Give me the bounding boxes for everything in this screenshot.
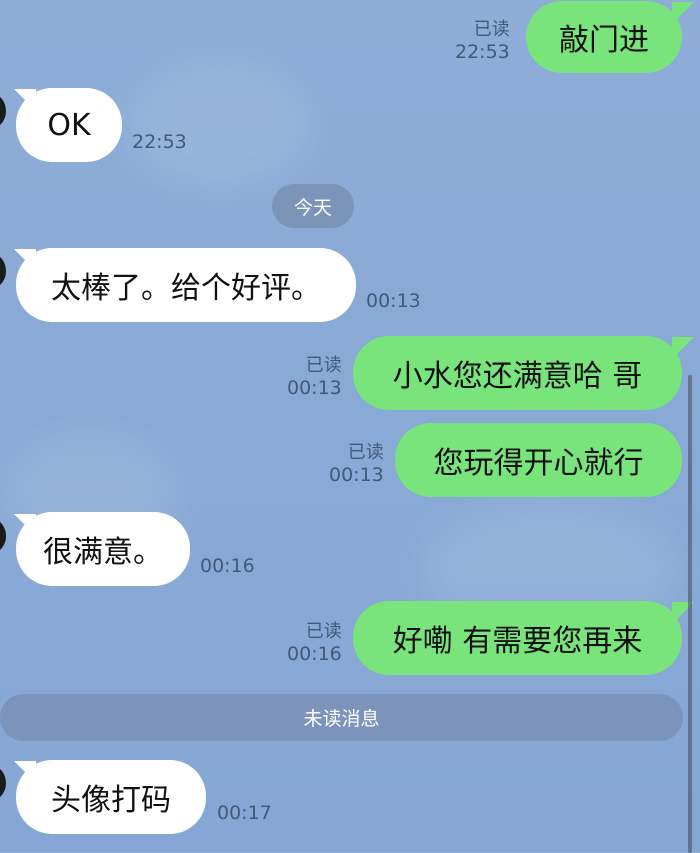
message-time: 00:13 bbox=[329, 464, 384, 486]
read-receipt: 已读 00:13 bbox=[329, 441, 384, 487]
message-text: 小水您还满意哈 哥 bbox=[392, 359, 643, 394]
message-time: 00:13 bbox=[366, 290, 421, 312]
message-text: 太棒了。给个好评。 bbox=[51, 271, 321, 306]
read-status: 已读 bbox=[347, 442, 384, 463]
read-status: 已读 bbox=[305, 621, 342, 642]
read-receipt: 已读 00:13 bbox=[287, 354, 342, 400]
message-bubble[interactable]: 头像打码 bbox=[16, 760, 206, 834]
avatar[interactable] bbox=[0, 254, 6, 288]
read-receipt: 已读 00:16 bbox=[287, 620, 342, 666]
read-status: 已读 bbox=[305, 355, 342, 376]
message-text: 好嘞 有需要您再来 bbox=[392, 624, 643, 659]
message-time: 00:16 bbox=[287, 643, 342, 665]
read-status: 已读 bbox=[473, 19, 510, 40]
avatar[interactable] bbox=[0, 94, 6, 128]
message-text: 头像打码 bbox=[51, 783, 171, 818]
message-bubble[interactable]: 您玩得开心就行 bbox=[395, 423, 682, 497]
message-text: 敲门进 bbox=[559, 23, 649, 58]
bubble-tail bbox=[672, 337, 694, 359]
scrollbar[interactable] bbox=[688, 375, 692, 853]
avatar[interactable] bbox=[0, 519, 6, 553]
message-bubble[interactable]: 好嘞 有需要您再来 bbox=[353, 601, 682, 675]
avatar[interactable] bbox=[0, 766, 6, 800]
message-time: 00:13 bbox=[287, 377, 342, 399]
message-text: OK bbox=[47, 107, 91, 143]
message-text: 您玩得开心就行 bbox=[433, 446, 644, 481]
message-bubble[interactable]: 很满意。 bbox=[16, 512, 190, 586]
message-time: 00:16 bbox=[200, 555, 255, 577]
message-time: 22:53 bbox=[132, 131, 187, 153]
read-receipt: 已读 22:53 bbox=[455, 18, 510, 64]
message-text: 很满意。 bbox=[43, 535, 163, 570]
message-bubble[interactable]: 太棒了。给个好评。 bbox=[16, 248, 356, 322]
background-cloud bbox=[130, 60, 310, 190]
message-time: 00:17 bbox=[217, 802, 272, 824]
message-time: 22:53 bbox=[455, 41, 510, 63]
message-bubble[interactable]: OK bbox=[16, 88, 122, 162]
unread-divider: 未读消息 bbox=[0, 694, 683, 741]
bubble-tail bbox=[672, 2, 694, 24]
message-bubble[interactable]: 小水您还满意哈 哥 bbox=[353, 336, 682, 410]
date-divider: 今天 bbox=[272, 184, 354, 228]
message-bubble[interactable]: 敲门进 bbox=[526, 1, 682, 73]
